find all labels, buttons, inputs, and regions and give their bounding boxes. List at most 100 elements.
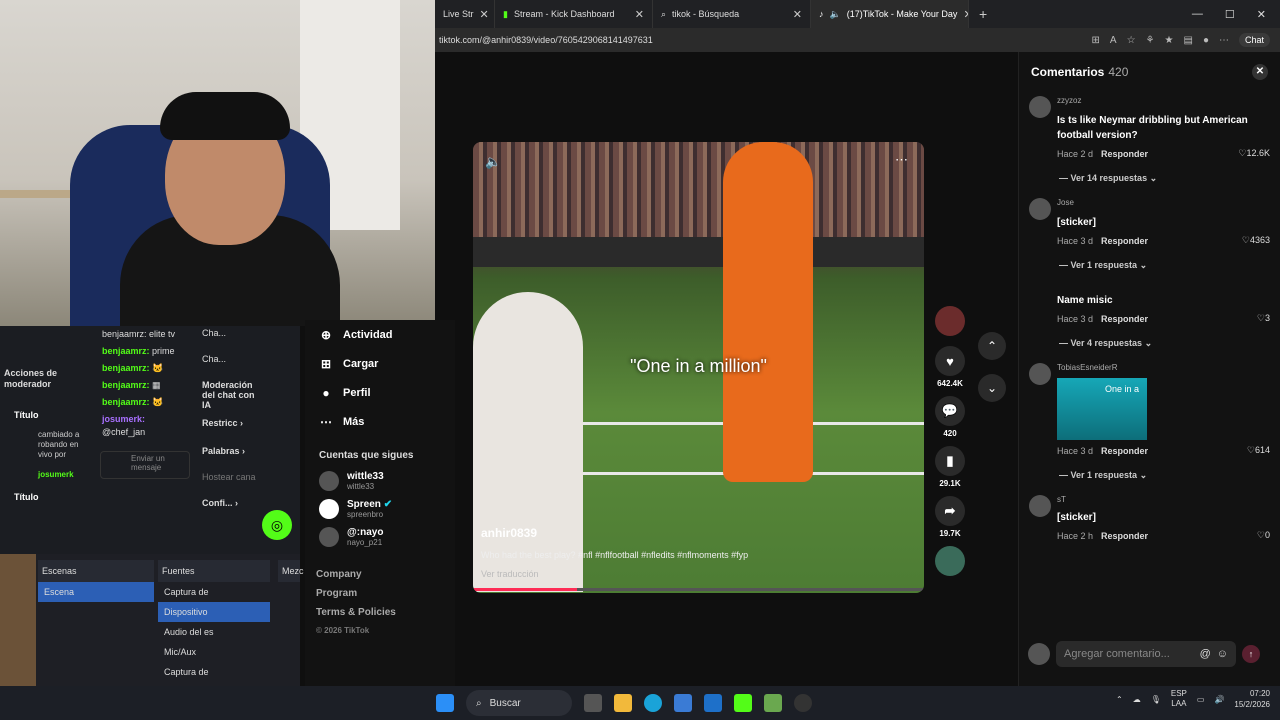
view-replies[interactable]: — Ver 4 respuestas ⌄ <box>1019 324 1280 359</box>
mention-icon[interactable]: @ <box>1200 648 1211 660</box>
share-button[interactable]: ➦ 19.7K <box>932 496 968 538</box>
reply-button[interactable]: Responder <box>1101 314 1148 324</box>
obs-icon[interactable] <box>794 694 812 712</box>
address-bar[interactable]: tiktok.com/@anhir0839/video/760542906814… <box>435 28 1280 52</box>
outlook-icon[interactable] <box>704 694 722 712</box>
send-comment-button[interactable]: ↑ <box>1242 645 1260 663</box>
avatar[interactable] <box>1029 285 1051 307</box>
favorite-star-icon[interactable]: ☆ <box>1127 35 1136 46</box>
save-button[interactable]: ▮ 29.1K <box>932 446 968 488</box>
tab-search[interactable]: ⌕ tikok - Búsqueda ✕ <box>653 0 811 28</box>
source-item[interactable]: Mic/Aux <box>158 642 270 662</box>
video-progress-bar[interactable] <box>473 588 924 591</box>
emoji-icon[interactable]: ☺ <box>1217 648 1228 660</box>
windows-start-icon[interactable] <box>436 694 454 712</box>
close-window-button[interactable]: ✕ <box>1257 8 1266 21</box>
view-replies[interactable]: — Ver 1 respuesta ⌄ <box>1019 456 1280 491</box>
avatar[interactable] <box>1029 495 1051 517</box>
mod-option-ai[interactable]: Moderación del chat con IA <box>196 378 266 416</box>
comment-user[interactable]: Jose <box>1057 198 1270 207</box>
cloud-icon[interactable]: ☁ <box>1133 695 1141 704</box>
add-comment-input[interactable]: Agregar comentario... @ ☺ <box>1056 641 1236 667</box>
profile-icon[interactable]: ● <box>1203 35 1209 46</box>
source-item[interactable]: Dispositivo <box>158 602 270 622</box>
store-icon[interactable] <box>674 694 692 712</box>
comment-button[interactable]: 💬 420 <box>932 396 968 438</box>
mod-option[interactable]: Cha... <box>196 352 266 378</box>
avatar[interactable] <box>1029 363 1051 385</box>
minimize-button[interactable]: — <box>1192 8 1203 21</box>
comment-like-button[interactable]: ♡0 <box>1257 530 1270 541</box>
collections-icon[interactable]: ▤ <box>1183 35 1192 46</box>
go-live-button[interactable]: ◎ <box>262 510 292 540</box>
like-button[interactable]: ♥ 642.4K <box>932 346 968 388</box>
reply-button[interactable]: Responder <box>1101 236 1148 246</box>
tab-live-stream[interactable]: Live Str ✕ <box>435 0 495 28</box>
speaker-icon[interactable]: 🔊 <box>1214 695 1224 704</box>
tab-tiktok[interactable]: ♪🔈(17)TikTok - Make Your Day✕ <box>811 0 969 28</box>
new-tab-button[interactable]: + <box>969 6 997 22</box>
comment-user[interactable]: TobiasEsneiderR <box>1057 363 1270 372</box>
mod-option[interactable]: Confi... › <box>196 496 266 522</box>
footer-link[interactable]: Company <box>305 565 455 584</box>
comment-like-button[interactable]: ♡3 <box>1257 313 1270 324</box>
close-icon[interactable]: ✕ <box>793 8 802 21</box>
sound-avatar[interactable] <box>932 546 968 576</box>
view-replies[interactable]: — Ver 1 respuesta ⌄ <box>1019 246 1280 281</box>
minecraft-icon[interactable] <box>764 694 782 712</box>
close-icon[interactable]: ✕ <box>635 8 644 21</box>
volume-icon[interactable]: 🔈 <box>485 154 501 170</box>
kick-app-icon[interactable] <box>734 694 752 712</box>
source-item[interactable]: Captura de <box>158 582 270 602</box>
comment-user[interactable]: zzyzoz <box>1057 96 1270 105</box>
nav-profile[interactable]: ● Perfil <box>305 378 455 407</box>
file-explorer-icon[interactable] <box>614 694 632 712</box>
monitor-icon[interactable]: ▭ <box>1197 695 1205 704</box>
extensions-icon[interactable]: ⚘ <box>1146 35 1155 46</box>
tab-kick-dashboard[interactable]: ▮ Stream - Kick Dashboard ✕ <box>495 0 653 28</box>
view-replies[interactable]: — Ver 14 respuestas ⌄ <box>1019 159 1280 194</box>
footer-link[interactable]: Terms & Policies <box>305 603 455 622</box>
previous-video-button[interactable]: ⌃ <box>978 332 1006 360</box>
translate-icon[interactable]: A <box>1110 35 1117 46</box>
menu-dots-icon[interactable]: ⋯ <box>1219 35 1229 46</box>
reply-button[interactable]: Responder <box>1101 531 1148 541</box>
footer-link[interactable]: Program <box>305 584 455 603</box>
reply-button[interactable]: Responder <box>1101 149 1148 159</box>
mod-option[interactable]: Cha... <box>196 326 266 352</box>
following-item[interactable]: Spreen ✔ spreenbro <box>305 495 455 523</box>
following-item[interactable]: @:nayo nayo_p21 <box>305 523 455 551</box>
comment-like-button[interactable]: ♡614 <box>1247 445 1270 456</box>
nav-upload[interactable]: ⊞ Cargar <box>305 349 455 378</box>
url-text[interactable]: tiktok.com/@anhir0839/video/760542906814… <box>439 35 653 45</box>
edge-icon[interactable] <box>644 694 662 712</box>
taskbar-search[interactable]: ⌕ Buscar <box>466 690 572 716</box>
install-app-icon[interactable]: ⊞ <box>1092 35 1100 46</box>
mod-option[interactable]: Palabras › <box>196 444 266 470</box>
favorites-icon[interactable]: ★ <box>1165 35 1174 46</box>
scene-item[interactable]: Escena <box>38 582 154 602</box>
source-item[interactable]: Captura de <box>158 662 270 682</box>
avatar[interactable] <box>1029 198 1051 220</box>
microphone-icon[interactable]: 🎙 <box>1151 695 1161 704</box>
copilot-chat-button[interactable]: Chat <box>1238 33 1270 47</box>
comment-like-button[interactable]: ♡12.6K <box>1238 148 1270 159</box>
nav-more[interactable]: ⋯ Más <box>305 407 455 436</box>
chat-send-input[interactable]: Enviar un mensaje <box>100 451 190 479</box>
video-username[interactable]: anhir0839 <box>481 526 537 540</box>
mod-option[interactable]: Hostear cana <box>196 470 266 496</box>
source-item[interactable]: Audio del es <box>158 622 270 642</box>
following-item[interactable]: wittle33 wittle33 <box>305 467 455 495</box>
close-icon[interactable]: ✕ <box>480 8 489 21</box>
task-view-icon[interactable] <box>584 694 602 712</box>
close-icon[interactable]: ✕ <box>1252 64 1268 80</box>
language-indicator[interactable]: ESP LAA <box>1171 689 1187 709</box>
translate-link[interactable]: Ver traducción <box>481 569 539 579</box>
next-video-button[interactable]: ⌄ <box>978 374 1006 402</box>
comment-like-button[interactable]: ♡4363 <box>1242 235 1270 246</box>
more-options-icon[interactable]: ⋯ <box>895 152 908 168</box>
maximize-button[interactable]: ☐ <box>1225 8 1235 21</box>
reply-button[interactable]: Responder <box>1101 446 1148 456</box>
clock[interactable]: 07:20 15/2/2026 <box>1234 688 1270 710</box>
video-player[interactable]: 🔈 ⋯ "One in a million" anhir0839 Who had… <box>473 142 924 593</box>
